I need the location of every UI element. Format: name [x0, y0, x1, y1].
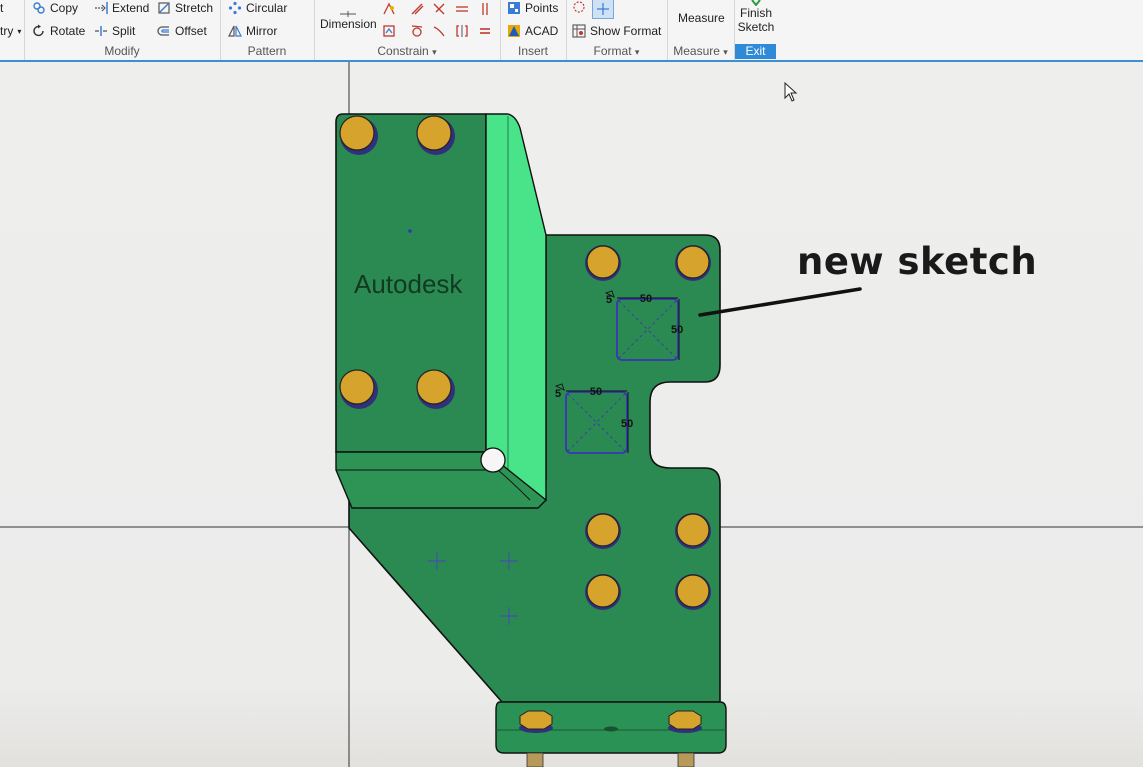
- bolt-head[interactable]: [675, 245, 711, 281]
- bolt-head[interactable]: [675, 513, 711, 549]
- bend-relief-hole[interactable]: [480, 447, 506, 473]
- dimension-top-width[interactable]: 50: [640, 293, 652, 305]
- hex-nut-right[interactable]: [668, 710, 702, 733]
- mouse-cursor-icon: [784, 82, 798, 102]
- stud-left: [526, 752, 544, 767]
- dimension-top-chamfer[interactable]: 5: [606, 294, 612, 306]
- autodesk-label: Autodesk: [354, 269, 463, 299]
- foot-slot: [604, 726, 618, 732]
- sketch-point[interactable]: [408, 229, 412, 233]
- upright-flange-side[interactable]: [485, 113, 547, 502]
- bolt-head[interactable]: [585, 574, 621, 610]
- dimension-bottom-width[interactable]: 50: [590, 386, 602, 398]
- annotation-pointer-line: [698, 287, 862, 317]
- hex-nut-left[interactable]: [519, 710, 553, 733]
- dimension-bottom-height[interactable]: 50: [621, 418, 633, 430]
- dimension-top-height[interactable]: 50: [671, 324, 683, 336]
- new-sketch-annotation: new sketch: [797, 240, 1038, 283]
- bolt-head[interactable]: [675, 574, 711, 610]
- bolt-head[interactable]: [585, 245, 621, 281]
- model-viewport: Autodesk 50 50 5 50 50 5: [0, 62, 1143, 767]
- bolt-head[interactable]: [585, 513, 621, 549]
- stud-right: [677, 752, 695, 767]
- dimension-bottom-chamfer[interactable]: 5: [555, 388, 561, 400]
